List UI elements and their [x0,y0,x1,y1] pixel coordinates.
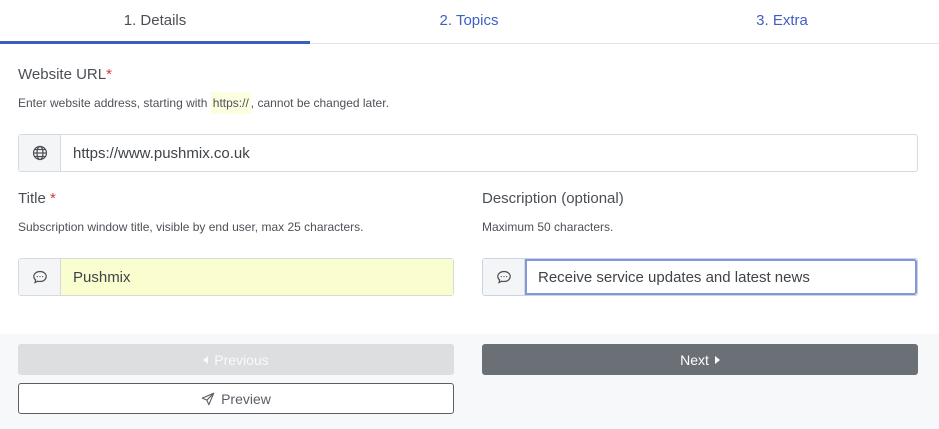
next-button[interactable]: Next [482,344,918,375]
description-help: Maximum 50 characters. [482,220,614,234]
chevron-left-icon [203,355,209,364]
previous-button-label: Previous [214,351,269,368]
website-url-help: Enter website address, starting with htt… [18,92,389,114]
website-url-label-text: Website URL [18,66,107,83]
website-url-input-group [18,134,918,172]
chevron-right-icon [714,355,720,364]
description-label: Description (optional) [482,190,624,207]
globe-icon [19,135,61,171]
step-tabs: 1. Details 2. Topics 3. Extra [0,0,939,44]
title-label: Title * [18,190,56,207]
description-input[interactable] [525,259,917,295]
website-url-help-prefix: Enter website address, starting with [18,96,211,110]
previous-button[interactable]: Previous [18,344,454,375]
next-button-label: Next [680,351,709,368]
website-url-help-suffix: , cannot be changed later. [250,96,389,110]
required-mark: * [49,190,56,207]
tab-topics[interactable]: 2. Topics [314,0,624,44]
website-url-label: Website URL* [18,66,112,83]
title-help: Subscription window title, visible by en… [18,220,364,234]
preview-button[interactable]: Preview [18,383,454,414]
title-input[interactable] [61,259,453,295]
preview-button-label: Preview [221,390,271,407]
tab-extra[interactable]: 3. Extra [627,0,937,44]
website-url-input[interactable] [61,135,917,171]
chat-bubble-icon [19,259,61,295]
title-label-text: Title [18,190,46,207]
required-mark: * [106,66,112,83]
tab-details[interactable]: 1. Details [0,0,310,44]
chat-bubble-icon [483,259,525,295]
description-input-group [482,258,918,296]
title-input-group [18,258,454,296]
https-code: https:// [210,92,251,114]
send-icon [201,392,215,406]
